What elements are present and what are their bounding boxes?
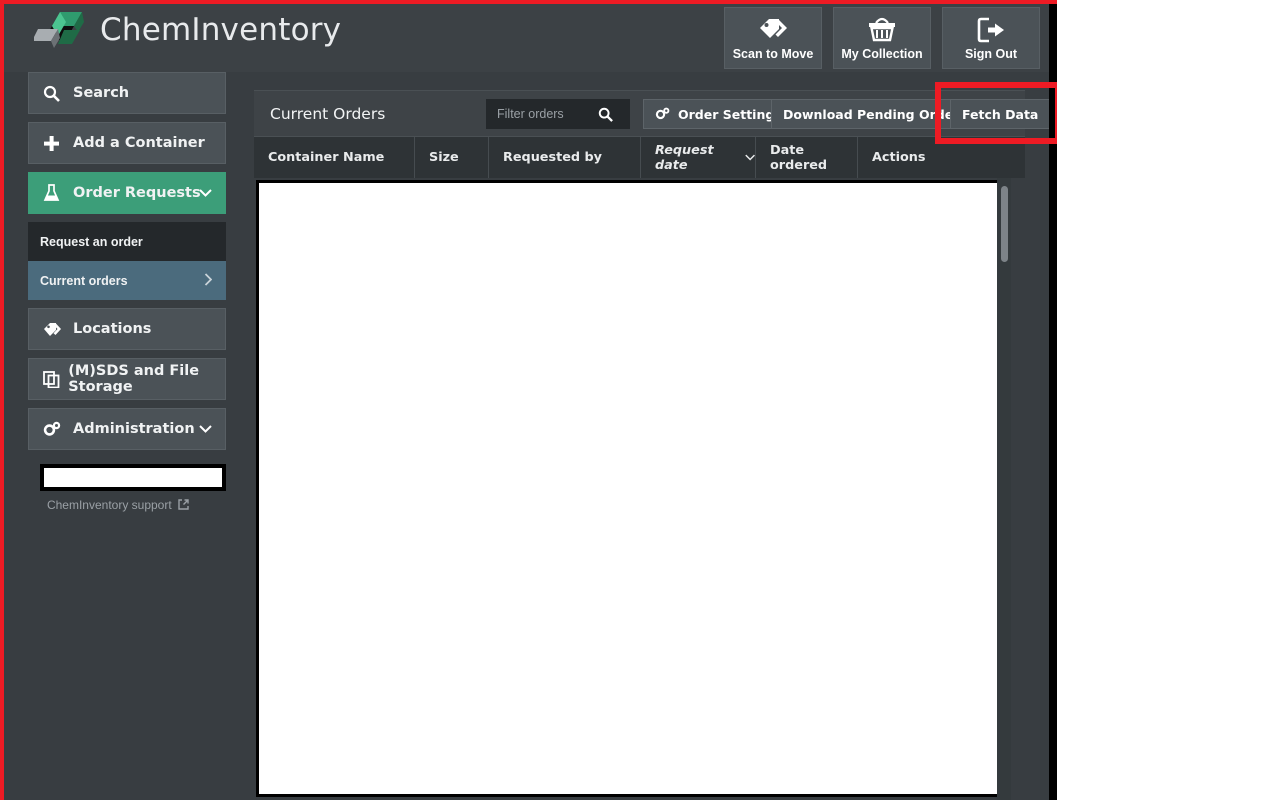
chevron-down-icon [199, 421, 212, 437]
orders-content-blank-panel [256, 180, 1008, 797]
sign-out-icon [977, 17, 1004, 42]
external-link-icon [178, 499, 189, 510]
sidebar-subitem-current-orders[interactable]: Current orders [28, 261, 226, 300]
sidebar-subitem-request-an-order[interactable]: Request an order [28, 222, 226, 261]
fetch-data-label: Fetch Data [962, 106, 1039, 122]
files-icon [43, 370, 60, 388]
main-panel: Current Orders Order Settings [254, 90, 1051, 800]
orders-table-body-area [254, 178, 1010, 800]
brand: ChemInventory [34, 9, 341, 51]
header-button-group: Scan to Move My Collection Sign Out [724, 7, 1040, 69]
sidebar-subitem-label: Request an order [40, 234, 143, 249]
vertical-scrollbar[interactable] [997, 178, 1011, 800]
column-label: Container Name [268, 150, 385, 165]
column-header-container-name[interactable]: Container Name [254, 137, 415, 178]
panel-toolbar: Current Orders Order Settings [254, 90, 1051, 136]
cheminventory-support-link[interactable]: ChemInventory support [4, 498, 240, 512]
sidebar-item-label: Add a Container [73, 135, 205, 151]
column-label: Date ordered [770, 142, 828, 173]
annotated-viewport-frame: ChemInventory Scan to Move My Collection… [0, 0, 1057, 800]
scan-to-move-label: Scan to Move [732, 46, 814, 61]
column-header-request-date[interactable]: Request date [641, 137, 756, 178]
sidebar-subitem-label: Current orders [40, 273, 128, 288]
my-collection-label: My Collection [841, 46, 923, 61]
cheminventory-logo-icon [34, 12, 84, 48]
sign-out-label: Sign Out [964, 46, 1018, 61]
scrollbar-thumb[interactable] [1001, 186, 1008, 262]
column-header-requested-by[interactable]: Requested by [489, 137, 641, 178]
tag-icon [43, 321, 65, 338]
sidebar-item-search[interactable]: Search [28, 72, 226, 114]
search-input[interactable] [486, 99, 594, 129]
sidebar-item-label: Order Requests [73, 185, 201, 201]
chevron-down-icon [199, 185, 212, 201]
sidebar-item-administration[interactable]: Administration [28, 408, 226, 450]
download-pending-orders-button[interactable]: Download Pending Orders [771, 99, 979, 129]
flask-icon [43, 184, 65, 202]
column-label: Requested by [503, 150, 603, 165]
sidebar-item-label: (M)SDS and File Storage [68, 363, 200, 395]
tag-scan-icon [760, 18, 787, 38]
sidebar-item-label: Administration [73, 421, 195, 437]
my-collection-button[interactable]: My Collection [833, 7, 931, 69]
search-icon [43, 85, 65, 102]
plus-icon [43, 135, 65, 152]
search-icon[interactable] [598, 107, 613, 122]
fetch-data-button[interactable]: Fetch Data [950, 99, 1051, 129]
sidebar-item-msds-and-file-storage[interactable]: (M)SDS and File Storage [28, 358, 226, 400]
column-label: Actions [872, 150, 926, 165]
column-label: Size [429, 150, 459, 165]
sidebar: Search Add a Container Order Requests Re… [4, 72, 240, 800]
gears-icon [655, 107, 670, 120]
sidebar-item-label: Search [73, 85, 130, 101]
brand-title: ChemInventory [100, 12, 342, 48]
page-title: Current Orders [270, 104, 386, 123]
app-header: ChemInventory Scan to Move My Collection… [4, 4, 1053, 72]
basket-icon [869, 17, 895, 41]
support-link-label: ChemInventory support [46, 498, 172, 512]
orders-table-header: Container Name Size Requested by Request… [254, 136, 1025, 178]
column-label: Request date [655, 142, 714, 173]
order-settings-label: Order Settings [678, 106, 782, 122]
column-header-size[interactable]: Size [415, 137, 489, 178]
chevron-down-icon [745, 154, 755, 161]
sidebar-blank-placeholder-box [40, 464, 226, 491]
scan-to-move-button[interactable]: Scan to Move [724, 7, 822, 69]
app-shell: ChemInventory Scan to Move My Collection… [4, 4, 1053, 800]
download-pending-orders-label: Download Pending Orders [783, 106, 967, 122]
chevron-right-icon [204, 272, 213, 289]
sign-out-button[interactable]: Sign Out [942, 7, 1040, 69]
gears-icon [43, 421, 65, 438]
sidebar-item-order-requests[interactable]: Order Requests [28, 172, 226, 214]
filter-orders-field[interactable] [486, 99, 630, 129]
column-header-actions[interactable]: Actions [858, 137, 1025, 178]
column-header-date-ordered[interactable]: Date ordered [756, 137, 858, 178]
sidebar-item-add-a-container[interactable]: Add a Container [28, 122, 226, 164]
sidebar-item-locations[interactable]: Locations [28, 308, 226, 350]
sidebar-item-label: Locations [73, 321, 152, 337]
